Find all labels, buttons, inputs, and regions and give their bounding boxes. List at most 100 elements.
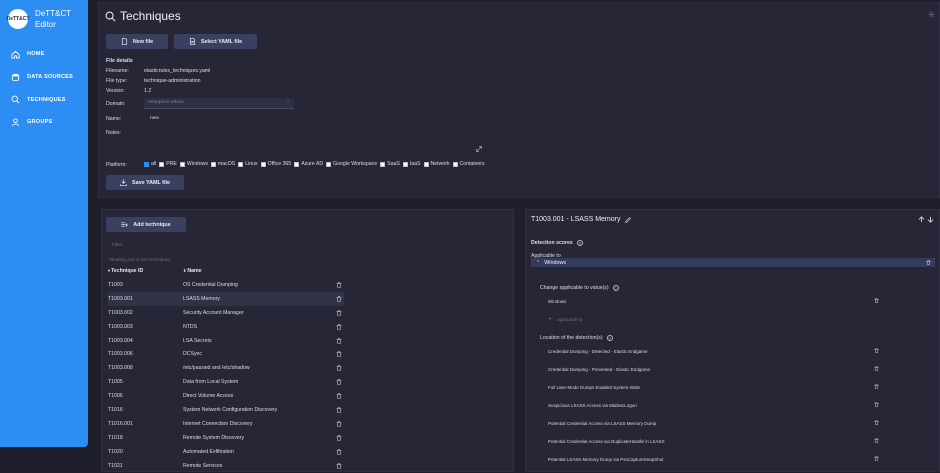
- platform-checkbox-macos[interactable]: [210, 161, 216, 167]
- trash-icon[interactable]: [874, 456, 879, 461]
- trash-icon[interactable]: [336, 309, 342, 316]
- help-icon[interactable]: ?: [576, 240, 583, 246]
- platform-label-iaas: IaaS: [409, 161, 421, 167]
- technique-name: System Network Configuration Discovery: [183, 407, 278, 414]
- trash-icon[interactable]: [336, 296, 342, 302]
- save-yaml-button[interactable]: Save YAML file: [106, 175, 184, 190]
- column-header-label: Name: [187, 267, 202, 274]
- download-icon: [120, 179, 127, 186]
- technique-id: T1003.004: [108, 337, 133, 344]
- trash-icon[interactable]: [336, 379, 342, 386]
- help-icon[interactable]: ?: [612, 285, 619, 291]
- location-item[interactable]: Potential LSASS Memory Dump via PssCaptu…: [548, 457, 884, 462]
- table-row[interactable]: T1016.001 Internet Connection Discovery: [108, 417, 344, 431]
- column-header-id[interactable]: ▾ Technique ID: [108, 268, 183, 274]
- table-row[interactable]: T1005 Data from Local System: [108, 375, 344, 389]
- trash-icon[interactable]: [336, 462, 342, 469]
- table-row[interactable]: T1021 Remote Services: [108, 459, 344, 473]
- technique-id: T1003.002: [108, 309, 133, 316]
- score-group-header[interactable]: ⌃ Windows: [531, 258, 935, 267]
- score-group-title: Windows: [544, 259, 567, 266]
- sidebar-item-groups[interactable]: GROUPS: [11, 111, 73, 134]
- platform-checkbox-containers[interactable]: [452, 161, 458, 167]
- platform-checkbox-linux[interactable]: [238, 161, 244, 167]
- name-input[interactable]: new: [150, 116, 480, 122]
- table-row[interactable]: T1016 System Network Configuration Discov…: [108, 403, 344, 417]
- platform-checkbox-windows[interactable]: [179, 161, 185, 167]
- table-row[interactable]: T1003 OS Credential Dumping: [108, 278, 344, 292]
- trash-icon[interactable]: [336, 337, 342, 344]
- trash-icon[interactable]: [874, 420, 879, 425]
- trash-icon[interactable]: [336, 365, 342, 372]
- sidebar-item-techniques[interactable]: TECHNIQUES: [11, 88, 73, 111]
- help-icon[interactable]: ?: [606, 335, 613, 341]
- trash-icon[interactable]: [874, 384, 879, 389]
- trash-icon[interactable]: [336, 323, 342, 330]
- trash-icon[interactable]: [336, 282, 342, 288]
- location-item[interactable]: Suspicious LSASS Access via MalSecLogon: [548, 403, 884, 408]
- column-header-name[interactable]: ⇕ Name: [183, 268, 202, 274]
- location-item[interactable]: Credential Dumping - Detected - Elastic …: [548, 349, 884, 354]
- new-file-button[interactable]: New file: [106, 34, 168, 49]
- table-row[interactable]: T1006 Direct Volume Access: [108, 389, 344, 403]
- technique-name: LSA Secrets: [183, 337, 212, 344]
- location-item[interactable]: Credential Dumping - Prevented - Elastic…: [548, 367, 884, 372]
- trash-icon[interactable]: [874, 348, 879, 353]
- button-label: New file: [132, 38, 154, 45]
- arrow-up-icon[interactable]: [918, 216, 925, 223]
- platform-label-office365: Office 365: [267, 161, 292, 167]
- plus-icon: +: [548, 316, 553, 323]
- trash-icon[interactable]: [336, 393, 342, 399]
- platform-checkbox-pre[interactable]: [159, 161, 165, 167]
- technique-name: Automated Exfiltration: [183, 448, 234, 455]
- arrow-down-icon[interactable]: [927, 216, 934, 223]
- file-panel: Techniques New file Select YAML file Fil…: [98, 2, 940, 198]
- location-item[interactable]: Full User-Mode Dumps Enabled System-Wide: [548, 385, 884, 390]
- trash-icon[interactable]: [874, 402, 879, 407]
- location-item[interactable]: Potential Credential Access via LSASS Me…: [548, 421, 884, 426]
- table-row[interactable]: T1003.004 LSA Secrets: [108, 334, 344, 348]
- applicable-input[interactable]: + applicable to: [548, 316, 582, 323]
- settings-icon[interactable]: [928, 11, 935, 18]
- table-row[interactable]: T1003.002 Security Account Manager: [108, 306, 344, 320]
- sidebar-item-data-sources[interactable]: DATA SOURCES: [11, 66, 73, 89]
- trash-icon[interactable]: [336, 448, 342, 455]
- trash-icon[interactable]: [336, 407, 342, 413]
- detection-scores-text: Detection scores: [531, 240, 573, 246]
- trash-icon[interactable]: [336, 435, 342, 441]
- platform-label-network: Network: [430, 161, 450, 167]
- edit-icon[interactable]: [624, 216, 631, 223]
- table-row[interactable]: T1003.006 DCSync: [108, 348, 344, 362]
- platform-checkbox-network[interactable]: [423, 161, 429, 167]
- platform-checkbox-office365[interactable]: [260, 161, 266, 167]
- file-text-icon: [189, 38, 195, 45]
- applicable-placeholder: applicable to: [557, 317, 583, 322]
- table-row[interactable]: T1003.001 LSASS Memory: [108, 291, 344, 306]
- table-row[interactable]: T1003.008/etc/passwd and /etc/shadow: [108, 361, 344, 375]
- add-technique-button[interactable]: Add technique: [106, 217, 186, 232]
- trash-icon[interactable]: [336, 421, 342, 427]
- platform-checkbox-google-workspace[interactable]: [326, 161, 332, 167]
- brand[interactable]: DeTT&CT DeTT&CT Editor: [7, 8, 79, 30]
- select-yaml-button[interactable]: Select YAML file: [174, 34, 257, 49]
- detection-scores-label: Detection scores ?: [531, 240, 583, 246]
- table-row[interactable]: T1018 Remote System Discovery: [108, 431, 344, 445]
- trash-icon[interactable]: [874, 366, 879, 371]
- sidebar-item-home[interactable]: HOME: [11, 43, 73, 66]
- domain-select[interactable]: enterprise-attack ⌄: [144, 98, 294, 109]
- platform-checkbox-azuread[interactable]: [294, 161, 300, 167]
- app-logo: DeTT&CT: [7, 9, 29, 29]
- table-row[interactable]: T1020 Automated Exfiltration: [108, 445, 344, 459]
- expand-icon[interactable]: [476, 146, 482, 152]
- trash-icon[interactable]: [926, 260, 931, 265]
- trash-icon[interactable]: [874, 298, 879, 303]
- platform-checkbox-all[interactable]: [144, 161, 149, 167]
- filter-input[interactable]: Filter: [108, 241, 506, 251]
- trash-icon[interactable]: [336, 351, 342, 358]
- trash-icon[interactable]: [874, 438, 879, 443]
- platform-checkbox-iaas[interactable]: [402, 161, 408, 167]
- platform-checkbox-saas[interactable]: [380, 161, 386, 167]
- table-row[interactable]: T1003.003 NTDS: [108, 320, 344, 334]
- notes-textarea[interactable]: [144, 127, 484, 153]
- location-item[interactable]: Potential Credential Access via Duplicat…: [548, 439, 884, 444]
